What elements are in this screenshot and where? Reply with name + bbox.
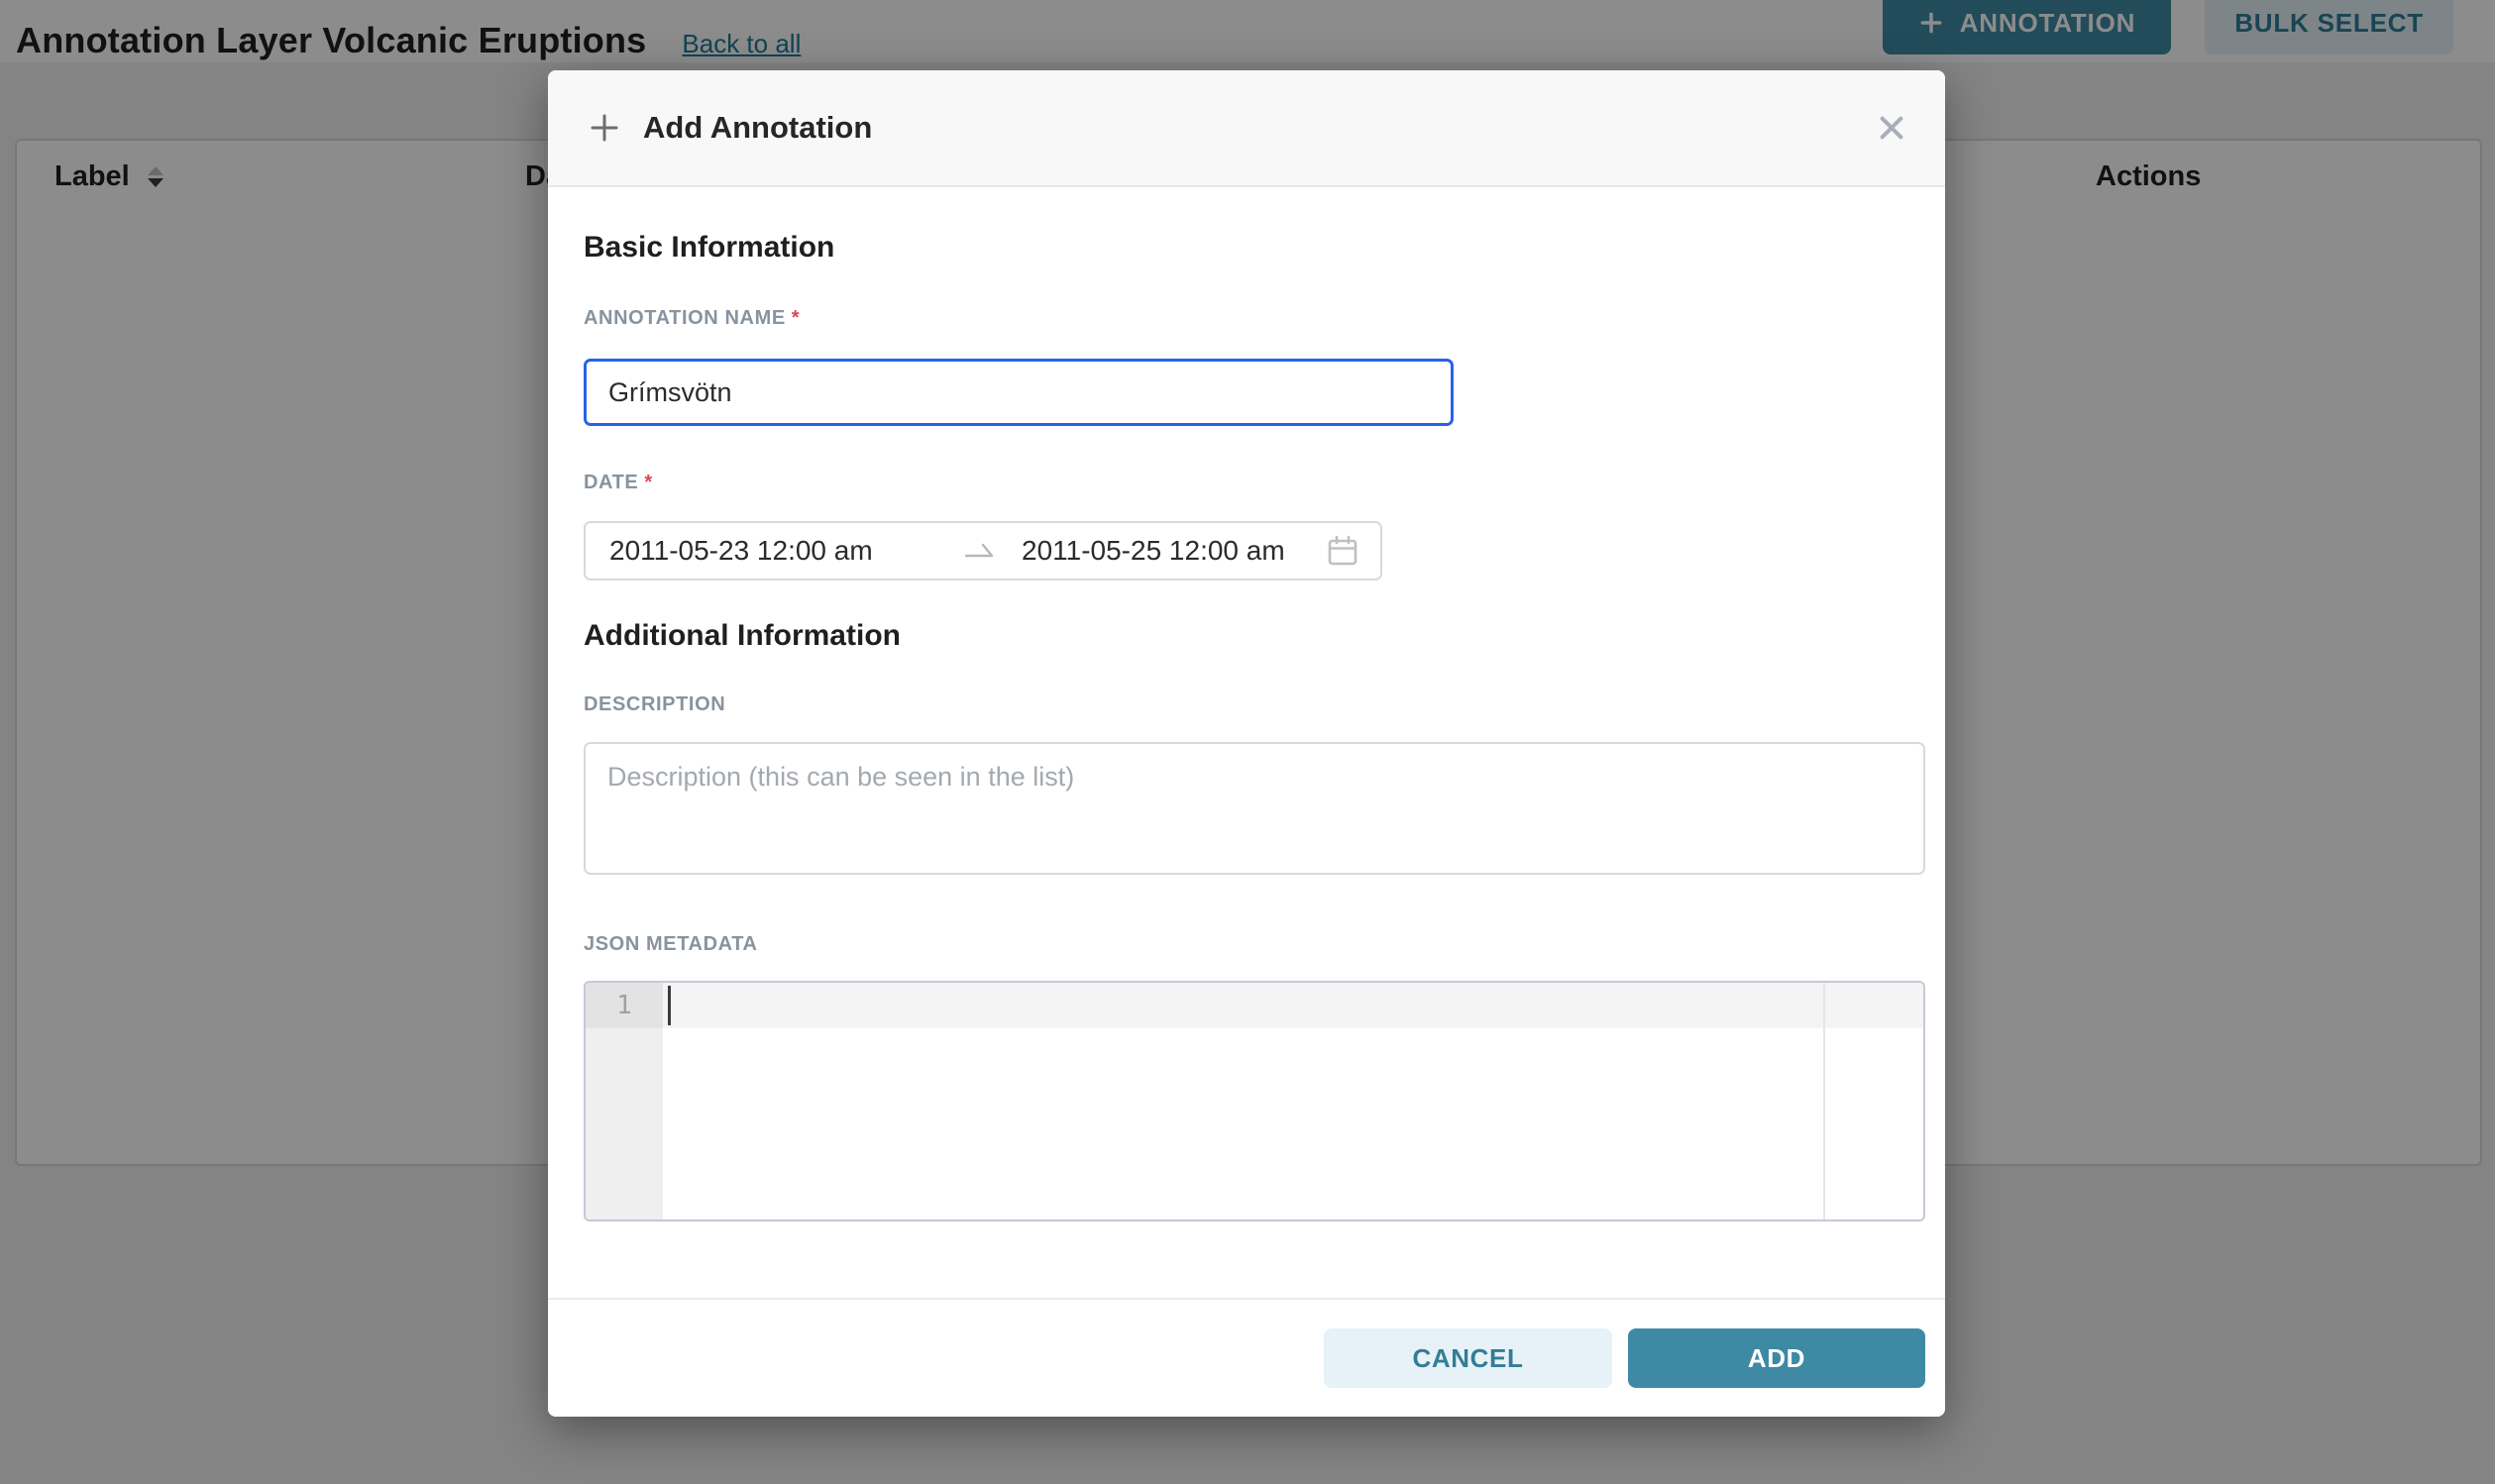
calendar-icon[interactable] [1325,533,1360,569]
app-root: Annotation Layer Volcanic Eruptions Back… [0,0,2495,1484]
section-additional-information: Additional Information [584,619,901,653]
cancel-button[interactable]: CANCEL [1324,1328,1612,1388]
editor-line-number: 1 [586,983,663,1028]
date-start-value[interactable]: 2011-05-23 12:00 am [609,535,962,567]
description-textarea[interactable] [584,742,1925,875]
editor-text-cursor [668,986,671,1025]
editor-content[interactable] [663,983,1923,1219]
json-metadata-label-text: JSON METADATA [584,933,758,955]
editor-active-line [663,983,1923,1028]
plus-icon [588,111,621,145]
section-basic-information: Basic Information [584,231,834,265]
modal-body: Basic Information ANNOTATION NAME * DATE *… [548,187,1945,1298]
description-label-text: DESCRIPTION [584,693,725,715]
modal-title: Add Annotation [643,110,872,146]
close-icon [1876,112,1907,144]
date-label: DATE * [584,472,653,494]
editor-print-margin [1823,983,1825,1219]
description-label: DESCRIPTION [584,693,725,716]
modal-footer: CANCEL ADD [548,1298,1945,1417]
date-label-text: DATE [584,472,638,493]
required-asterisk: * [644,472,652,493]
arrow-right-icon [962,538,996,564]
annotation-name-input[interactable] [584,359,1454,426]
json-metadata-editor[interactable]: 1 [584,981,1925,1221]
close-button[interactable] [1876,112,1907,144]
annotation-name-label-text: ANNOTATION NAME [584,307,786,329]
annotation-name-label: ANNOTATION NAME * [584,307,800,330]
add-annotation-modal: Add Annotation Basic Information ANNOTAT… [548,70,1945,1417]
required-asterisk: * [792,307,800,329]
editor-gutter: 1 [586,983,663,1219]
json-metadata-label: JSON METADATA [584,933,758,956]
date-end-value[interactable]: 2011-05-25 12:00 am [1022,535,1285,567]
date-range-picker[interactable]: 2011-05-23 12:00 am 2011-05-25 12:00 am [584,521,1382,581]
modal-header: Add Annotation [548,70,1945,187]
add-button[interactable]: ADD [1628,1328,1925,1388]
